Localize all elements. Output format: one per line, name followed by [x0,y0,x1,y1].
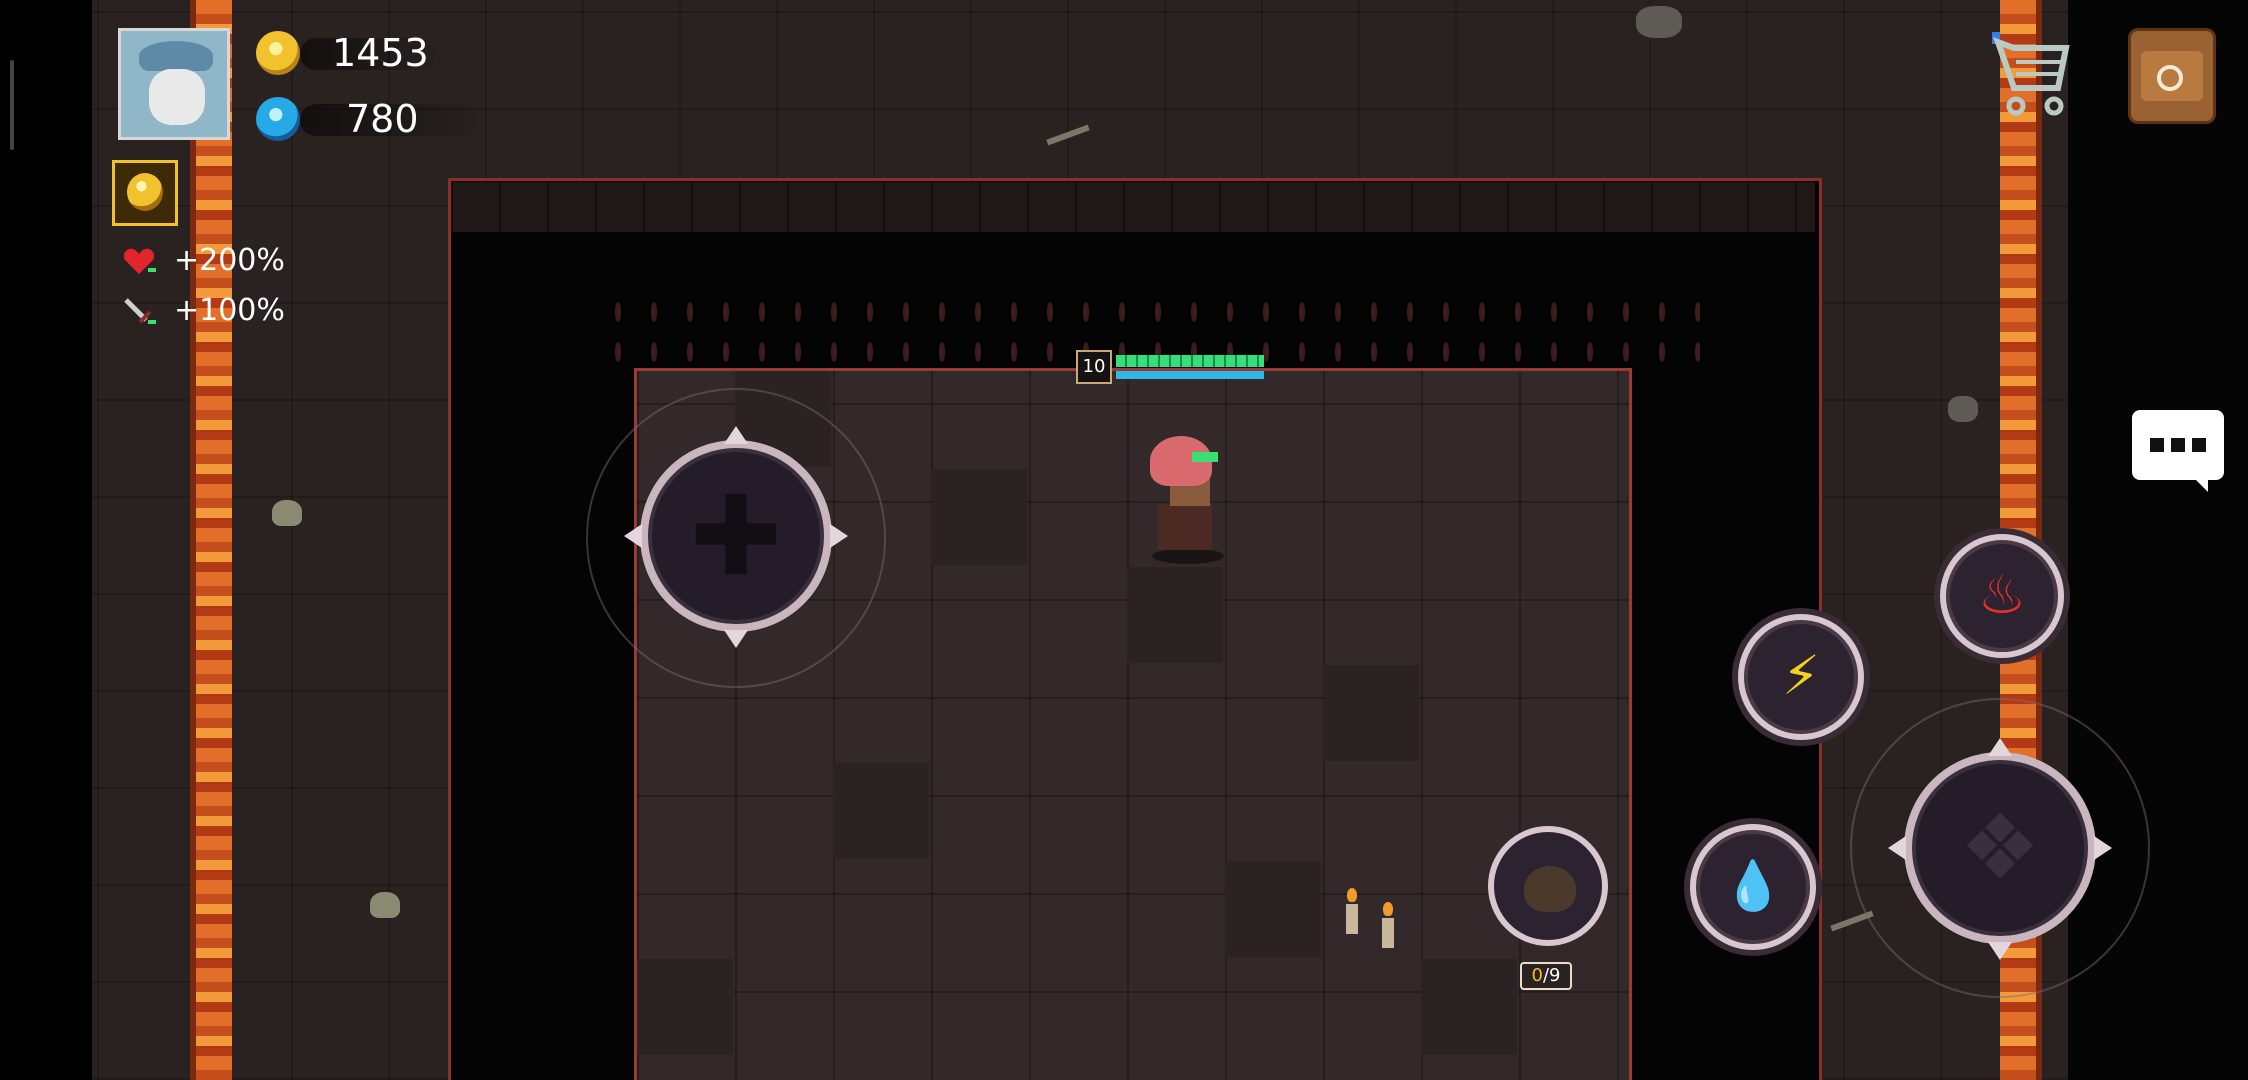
water-drop-skill-icon: 💧 [1723,857,1783,914]
attack-diamond-icon: ❖ [1959,795,2041,900]
shopping-cart-icon[interactable] [1992,32,2074,118]
sword-icon [124,298,156,324]
player-headband [1192,452,1218,462]
joystick-up-arrow [724,426,748,444]
joystick-cross-icon: ✚ [689,472,783,600]
floor-tile [1127,567,1223,663]
candle-decoration [1382,918,1394,948]
dungeon-wall [451,182,1815,232]
water-skill-button[interactable]: 💧 [1690,824,1816,950]
health-bonus: +200% [174,243,285,278]
rock-decoration [1636,6,1682,38]
bones-decoration [1046,124,1090,146]
floor-tile [833,763,929,859]
chat-bubble-icon[interactable] [2132,410,2224,492]
lightning-skill-button[interactable]: ⚡ [1738,614,1864,740]
attack-button[interactable]: ❖ [1904,752,2096,944]
backpack-ring [2157,65,2183,91]
gem-amount: 780 [346,97,419,141]
attack-up-arrow [1988,738,2012,756]
energy-gem-icon [256,97,300,141]
avatar-hat [139,41,213,71]
chat-dot [2171,438,2185,452]
lava-border-left [196,0,232,1080]
potion-bottle-icon [1524,866,1576,912]
buff-slot[interactable] [112,160,178,226]
floor-tile [637,959,733,1055]
potion-count-max: /9 [1542,965,1561,986]
fire-skill-button[interactable]: ♨ [1940,534,2064,658]
lightning-skill-icon: ⚡ [1782,643,1820,707]
player-character [1130,430,1230,570]
floor-tile [931,469,1027,565]
rock-decoration [1948,396,1978,422]
skull-decoration [272,500,302,526]
player-mana-fill [1116,371,1264,379]
backpack-icon[interactable] [2128,28,2216,124]
movement-joystick[interactable]: ✚ [640,440,832,632]
heart-icon [123,248,156,274]
attack-right-arrow [2094,836,2112,860]
system-notch [10,60,14,150]
player-health-bar [1116,355,1264,367]
fire-skill-icon: ♨ [1977,562,2027,626]
joystick-right-arrow [830,524,848,548]
floor-tile [1225,861,1321,957]
gold-gem-buff-icon [127,173,163,211]
player-shadow [1152,548,1224,564]
gold-amount: 1453 [332,31,429,75]
candle-decoration [1346,904,1358,934]
player-avatar[interactable] [118,28,230,140]
screen-edge-left [0,0,92,1080]
attack-down-arrow [1988,942,2012,960]
potion-count: 0/9 [1520,962,1572,990]
chat-dot [2150,438,2164,452]
candle-flame [1383,902,1393,916]
player-body [1158,504,1212,550]
gold-coin-icon [256,31,300,75]
joystick-left-arrow [624,524,642,548]
player-mana-bar [1116,371,1264,379]
floor-tile [1323,665,1419,761]
potion-count-current: 0 [1531,965,1543,986]
attack-left-arrow [1888,836,1906,860]
candle-flame [1347,888,1357,902]
player-health-fill [1116,355,1264,367]
chat-dot [2192,438,2206,452]
potion-slot[interactable] [1488,826,1608,946]
skull-decoration [370,892,400,918]
game-viewport[interactable]: 1453 780 +200% +100% 10 ✚ ❖ ♨ ⚡ 💧 0/9 [0,0,2248,1080]
chat-tail [2192,476,2208,492]
spike-trap-row [600,292,1700,362]
floor-tile [1421,959,1517,1055]
player-level: 10 [1076,350,1112,384]
attack-bonus: +100% [174,293,285,328]
joystick-down-arrow [724,630,748,648]
avatar-face [149,69,205,125]
